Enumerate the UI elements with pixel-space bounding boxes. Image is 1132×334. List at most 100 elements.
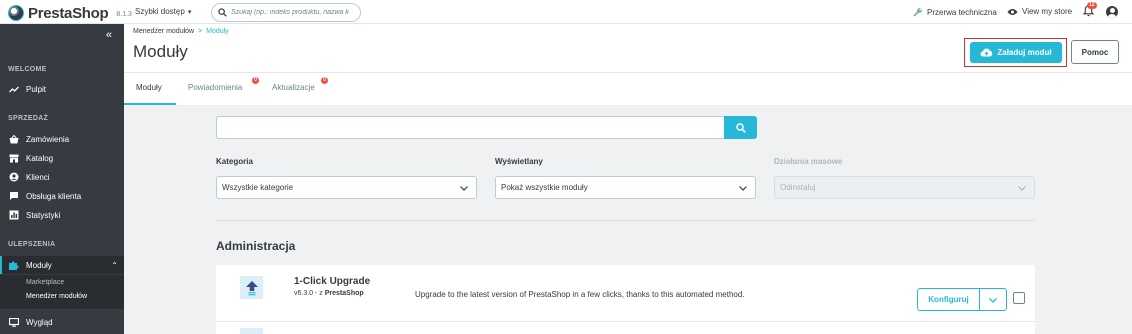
account-circle-icon [8,172,19,182]
module-description: Upgrade to the latest version of PrestaS… [415,290,745,299]
sidebar-item-label: Obsługa klienta [26,191,82,201]
sidebar-subitem-marketplace[interactable]: Marketplace [26,279,64,286]
breadcrumb-current[interactable]: Moduły [206,28,229,35]
module-card [216,322,1035,334]
brand-name: PrestaShop [28,4,109,22]
quick-access-dropdown[interactable]: Szybki dostęp ▾ [135,7,191,16]
upload-module-label: Załaduj moduł [997,48,1052,57]
maintenance-label: Przerwa techniczna [927,7,997,17]
wrench-icon [913,8,922,17]
sidebar-item-label: Moduły [26,260,52,270]
tab-modules[interactable]: Moduły [136,83,162,92]
chevron-up-icon: ⌃ [111,260,118,270]
tabs-bar: Moduły Powiadomienia 0 Aktualizacje 0 [124,72,1132,106]
sidebar-submenu: Marketplace Menedżer modułów [0,275,124,309]
notifications-badge: 12 [1087,2,1097,9]
chat-icon [8,191,19,201]
chevron-down-icon [739,186,747,191]
sidebar-item-label: Zamówienia [26,134,70,144]
header-search-input[interactable] [231,9,353,16]
category-filter-label: Kategoria [216,157,253,166]
breadcrumb-separator: > [198,28,203,35]
sidebar-item-customers[interactable]: Klienci [0,169,124,185]
chevron-down-icon [460,186,468,191]
tab-label: Moduły [136,83,162,92]
upload-module-button[interactable]: Załaduj moduł [970,42,1062,63]
help-button[interactable]: Pomoc [1071,40,1119,64]
display-select-value: Pokaż wszystkie moduły [501,183,588,192]
sidebar-item-label: Katalog [26,153,54,163]
tab-notifications[interactable]: Powiadomienia [188,83,242,92]
module-author: PrestaShop [324,290,364,297]
sidebar-item-dashboard[interactable]: Pulpit [0,81,124,97]
caret-down-icon: ▾ [187,8,192,16]
sidebar-item-customer-service[interactable]: Obsługa klienta [0,188,124,204]
quick-access-label: Szybki dostęp [135,7,185,16]
sidebar-item-orders[interactable]: Zamówienia [0,131,124,147]
category-select[interactable]: Wszystkie kategorie [216,176,477,199]
sidebar-item-modules[interactable]: Moduły ⌃ [0,256,124,274]
module-icon [240,328,263,334]
page-title: Moduły [133,42,188,61]
modules-content: Kategoria Wszystkie kategorie Wyświetlan… [124,105,1132,334]
chevron-down-icon [989,297,997,303]
account-icon[interactable] [1106,6,1118,18]
version-label: 8.1.3 [116,11,132,18]
breadcrumb-parent[interactable]: Menedżer modułów [133,28,194,35]
display-filter-label: Wyświetlany [495,157,543,166]
sidebar-section-sell: SPRZEDAŻ [8,115,49,122]
maintenance-link[interactable]: Przerwa techniczna [913,7,997,17]
header-search[interactable] [211,3,361,22]
eye-icon [1007,8,1018,15]
collapse-sidebar-icon[interactable]: « [106,29,112,41]
basket-icon [8,134,19,144]
notifications-tab-badge: 0 [252,77,259,84]
sidebar-item-catalog[interactable]: Katalog [0,150,124,166]
sidebar-item-label: Statystyki [26,210,61,220]
module-name[interactable]: 1-Click Upgrade [294,276,370,287]
updates-tab-badge: 0 [321,77,328,84]
tab-updates[interactable]: Aktualizacje [272,83,315,92]
sidebar-item-label: Pulpit [26,84,47,94]
sidebar-section-improve: ULEPSZENIA [8,241,56,248]
upgrade-module-icon [240,276,263,299]
display-select[interactable]: Pokaż wszystkie moduły [495,176,756,199]
module-actions-dropdown[interactable] [979,288,1007,311]
notifications-button[interactable]: 12 [1082,2,1097,20]
trending-up-icon [8,86,19,93]
upload-button-highlight: Załaduj moduł [964,38,1067,67]
module-card: 1-Click Upgrade v6.3.0 - z PrestaShop Up… [216,265,1035,322]
sidebar-item-label: Klienci [26,172,50,182]
puzzle-icon [8,260,19,271]
module-search-button[interactable] [724,116,757,139]
view-store-label: View my store [1022,7,1073,16]
chevron-down-icon [1018,186,1026,191]
search-icon [735,122,746,133]
prestashop-logo-icon [8,5,24,21]
search-icon [218,8,227,17]
bulk-actions-value: Odinstaluj [780,183,816,192]
section-divider [216,220,1035,221]
tab-label: Aktualizacje [272,83,315,92]
store-icon [8,154,19,163]
module-select-checkbox[interactable] [1013,292,1025,304]
module-version-author: v6.3.0 - z PrestaShop [294,290,364,297]
bulk-actions-select: Odinstaluj [774,176,1035,199]
sidebar: « WELCOME Pulpit SPRZEDAŻ Zamówienia Kat… [0,24,124,334]
configure-button[interactable]: Konfiguruj [917,288,980,311]
cloud-upload-icon [980,48,993,57]
top-header: PrestaShop 8.1.3 Szybki dostęp ▾ Przerwa… [0,0,1132,24]
sidebar-item-design[interactable]: Wygląd [0,314,124,330]
sidebar-subitem-module-manager[interactable]: Menedżer modułów [26,293,87,300]
breadcrumb: Menedżer modułów > Moduły [133,28,229,35]
page-header: Menedżer modułów > Moduły Moduły Załaduj m… [124,24,1132,72]
view-store-link[interactable]: View my store [1007,7,1072,16]
module-search-input[interactable] [216,116,725,139]
bulk-actions-label: Działania masowe [774,157,843,166]
desktop-icon [8,317,19,327]
sidebar-item-stats[interactable]: Statystyki [0,207,124,223]
tab-label: Powiadomienia [188,83,243,92]
bar-chart-icon [8,210,19,220]
logo[interactable]: PrestaShop 8.1.3 [8,4,132,22]
section-title: Administracja [216,239,296,253]
